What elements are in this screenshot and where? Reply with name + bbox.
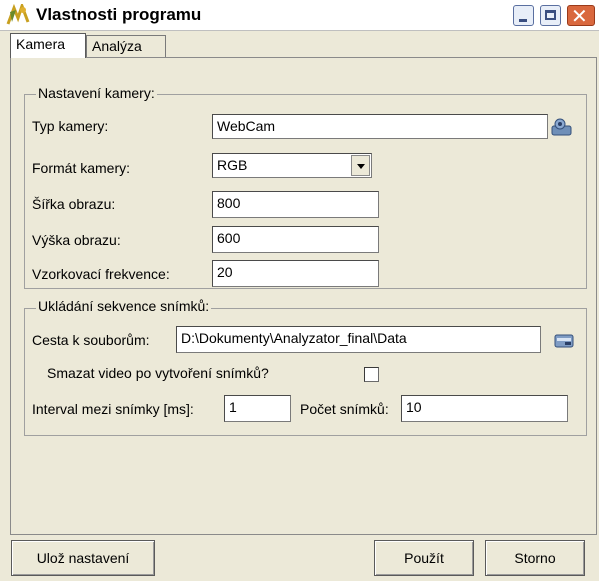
maximize-icon [545,10,556,20]
camera-type-label: Typ kamery: [32,118,109,134]
frame-interval-label: Interval mezi snímky [ms]: [32,401,194,417]
frame-count-input[interactable]: 10 [401,395,568,422]
image-height-input[interactable]: 600 [212,226,379,253]
close-icon: ✕ [571,4,588,28]
tab-kamera[interactable]: Kamera [10,33,86,58]
camera-format-label: Formát kamery: [32,160,131,176]
tab-analyza[interactable]: Analýza [86,35,166,57]
cancel-button[interactable]: Storno [485,540,585,576]
close-button[interactable]: ✕ [567,4,595,28]
window-title: Vlastnosti programu [36,5,202,24]
folder-browse-icon [554,334,574,348]
camera-format-value: RGB [217,157,248,173]
apply-button[interactable]: Použít [374,540,474,576]
camera-settings-caption: Nastavení kamery: [36,85,157,101]
minimize-button[interactable] [513,5,534,26]
sample-rate-label: Vzorkovací frekvence: [32,266,170,282]
camera-settings-icon [551,118,572,136]
browse-button[interactable] [554,332,576,350]
image-width-input[interactable]: 800 [212,191,379,218]
delete-video-label: Smazat video po vytvoření snímků? [47,365,269,381]
image-height-label: Výška obrazu: [32,232,121,248]
sample-rate-input[interactable]: 20 [212,260,379,287]
app-icon [6,1,30,26]
delete-video-checkbox[interactable] [364,367,379,382]
camera-settings-button[interactable] [551,118,573,136]
maximize-button[interactable] [540,5,561,26]
chevron-down-icon [357,164,365,169]
title-bar[interactable]: Vlastnosti programu ✕ [0,0,599,31]
camera-format-select[interactable]: RGB [212,153,372,178]
properties-dialog: Vlastnosti programu ✕ Kamera Analýza Nas… [0,0,599,581]
file-path-label: Cesta k souborům: [32,332,150,348]
save-settings-button[interactable]: Ulož nastavení [11,540,155,576]
camera-type-input[interactable]: WebCam [212,114,548,139]
frame-interval-input[interactable]: 1 [224,395,291,422]
sequence-saving-caption: Ukládání sekvence snímků: [36,298,212,314]
tab-panel: Nastavení kamery: Typ kamery: WebCam For… [10,57,597,535]
image-width-label: Šířka obrazu: [32,196,116,212]
frame-count-label: Počet snímků: [300,401,389,417]
minimize-icon [519,19,527,22]
camera-format-dropdown-button[interactable] [351,155,370,176]
file-path-input[interactable]: D:\Dokumenty\Analyzator_final\Data [176,326,541,353]
